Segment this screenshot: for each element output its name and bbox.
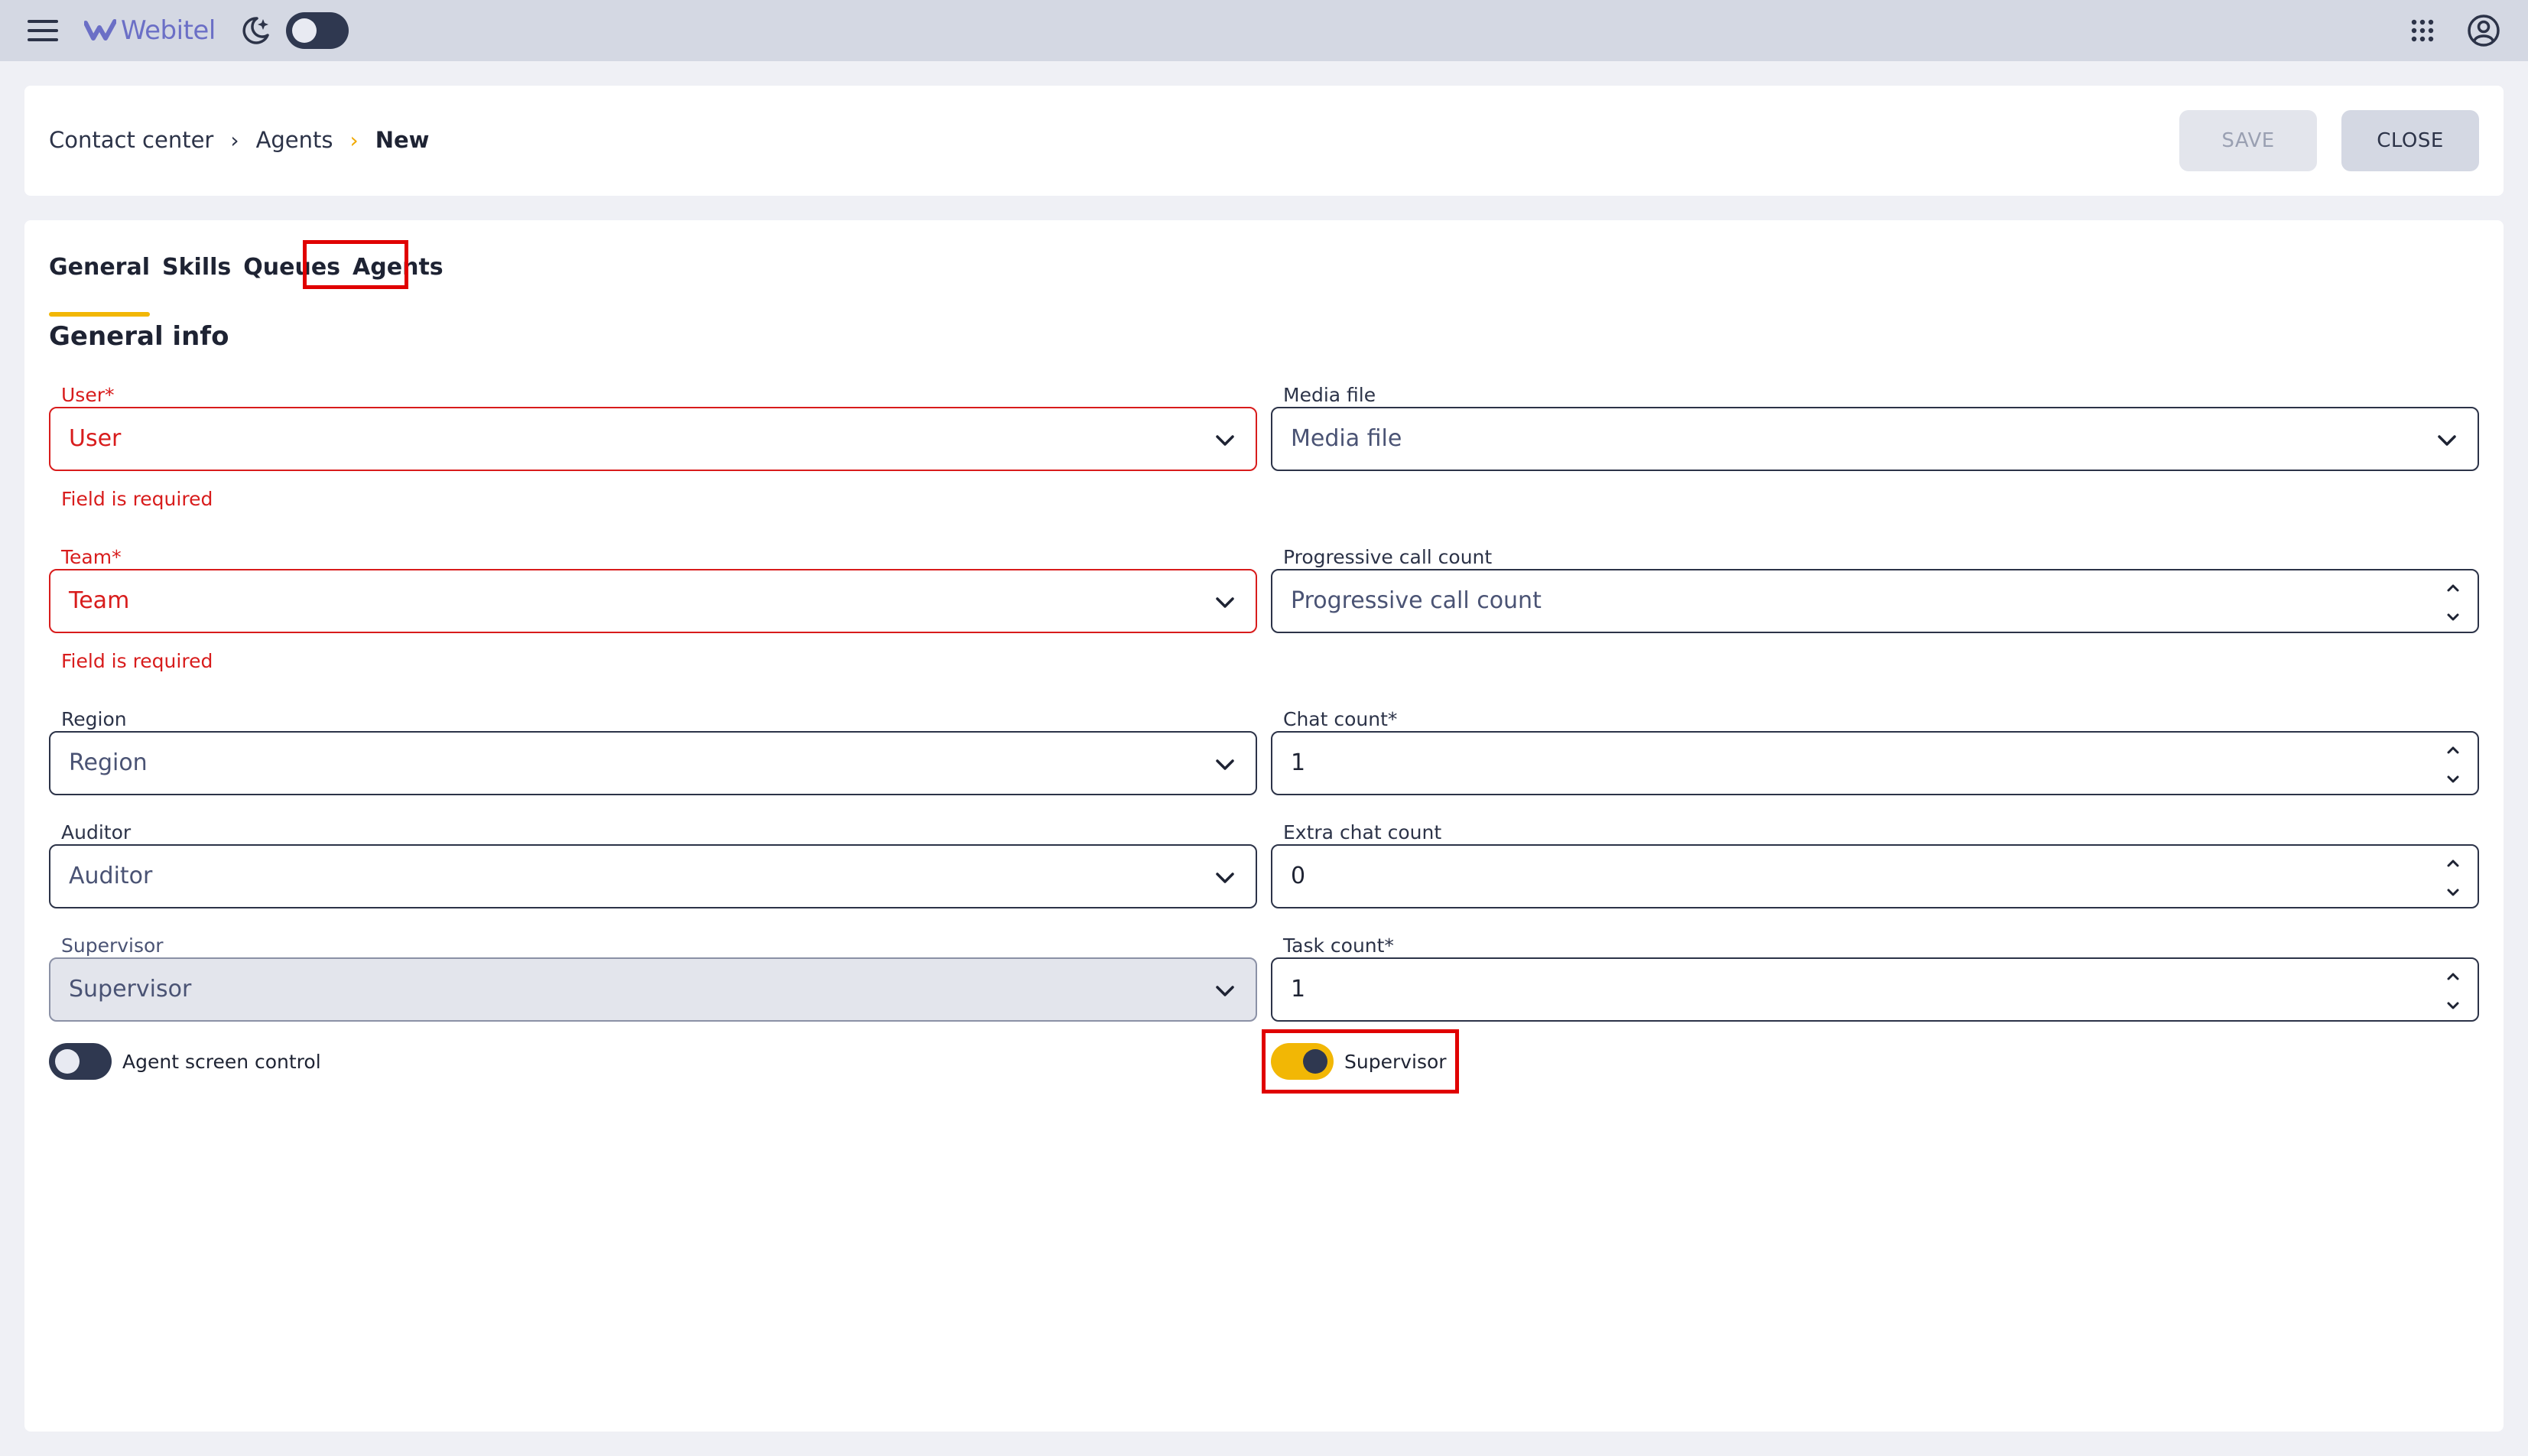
- chevron-down-icon: [1216, 986, 1234, 996]
- task-count-label: Task count*: [1283, 934, 1394, 957]
- agent-screen-control-label: Agent screen control: [122, 1051, 321, 1073]
- user-error: Field is required: [61, 488, 213, 510]
- team-select[interactable]: Team: [49, 569, 1257, 633]
- media-file-select[interactable]: Media file: [1271, 407, 2479, 471]
- chevron-down-icon: [1216, 759, 1234, 770]
- progressive-call-count-value: Progressive call count: [1291, 587, 1542, 614]
- user-select[interactable]: User: [49, 407, 1257, 471]
- team-error: Field is required: [61, 650, 213, 672]
- progressive-call-count-input[interactable]: Progressive call count: [1271, 569, 2479, 633]
- breadcrumb-separator-icon: ›: [349, 127, 359, 153]
- region-label: Region: [61, 708, 127, 730]
- breadcrumb-contact-center[interactable]: Contact center: [49, 127, 213, 153]
- top-bar: Webitel: [0, 0, 2528, 61]
- webitel-logo-icon: [84, 19, 116, 41]
- supervisor-select[interactable]: Supervisor: [49, 957, 1257, 1022]
- breadcrumb-current: New: [375, 127, 430, 153]
- section-title: General info: [49, 321, 229, 352]
- supervisor-value: Supervisor: [69, 976, 192, 1003]
- region-select[interactable]: Region: [49, 731, 1257, 795]
- tab-agents[interactable]: Agents: [353, 248, 444, 294]
- header-card: Contact center › Agents › New SAVE CLOSE: [24, 86, 2504, 196]
- tab-bar: General Skills Queues Agents: [49, 248, 456, 317]
- breadcrumb-separator-icon: ›: [230, 127, 239, 153]
- chevron-down-icon: [1216, 873, 1234, 883]
- tab-general[interactable]: General: [49, 248, 150, 317]
- chevron-down-icon: [1216, 597, 1234, 608]
- breadcrumb: Contact center › Agents › New: [49, 127, 429, 153]
- main-card: General Skills Queues Agents General inf…: [24, 220, 2504, 1432]
- user-label: User*: [61, 384, 115, 406]
- auditor-label: Auditor: [61, 821, 132, 843]
- dark-mode-toggle[interactable]: [286, 12, 349, 49]
- menu-icon[interactable]: [28, 17, 61, 44]
- progressive-call-count-label: Progressive call count: [1283, 546, 1493, 568]
- supervisor-toggle-label: Supervisor: [1344, 1051, 1447, 1073]
- team-label: Team*: [61, 546, 122, 568]
- apps-grid-icon[interactable]: [2410, 18, 2435, 43]
- save-button[interactable]: SAVE: [2179, 110, 2317, 171]
- moon-icon: [242, 17, 269, 44]
- chat-count-value: 1: [1291, 749, 1306, 776]
- tab-queues[interactable]: Queues: [243, 248, 340, 294]
- tab-skills[interactable]: Skills: [162, 248, 231, 294]
- supervisor-label: Supervisor: [61, 934, 164, 957]
- close-button[interactable]: CLOSE: [2341, 110, 2479, 171]
- extra-chat-count-input[interactable]: 0: [1271, 844, 2479, 908]
- logo-text: Webitel: [121, 15, 216, 46]
- number-stepper-icon[interactable]: [2442, 967, 2464, 1016]
- chat-count-label: Chat count*: [1283, 708, 1398, 730]
- account-icon[interactable]: [2467, 14, 2500, 47]
- auditor-value: Auditor: [69, 863, 153, 889]
- media-file-value: Media file: [1291, 425, 1402, 452]
- chat-count-input[interactable]: 1: [1271, 731, 2479, 795]
- number-stepper-icon[interactable]: [2442, 853, 2464, 902]
- breadcrumb-agents[interactable]: Agents: [256, 127, 333, 153]
- task-count-input[interactable]: 1: [1271, 957, 2479, 1022]
- task-count-value: 1: [1291, 976, 1306, 1003]
- agent-screen-control-toggle[interactable]: [49, 1043, 112, 1080]
- supervisor-toggle[interactable]: [1271, 1043, 1334, 1080]
- chevron-down-icon: [2438, 435, 2456, 446]
- auditor-select[interactable]: Auditor: [49, 844, 1257, 908]
- chevron-down-icon: [1216, 435, 1234, 446]
- logo: Webitel: [84, 14, 216, 47]
- number-stepper-icon[interactable]: [2442, 578, 2464, 627]
- team-value: Team: [69, 587, 130, 614]
- region-value: Region: [69, 749, 148, 776]
- number-stepper-icon[interactable]: [2442, 740, 2464, 789]
- user-value: User: [69, 425, 122, 452]
- media-file-label: Media file: [1283, 384, 1376, 406]
- extra-chat-count-label: Extra chat count: [1283, 821, 1442, 843]
- extra-chat-count-value: 0: [1291, 863, 1306, 889]
